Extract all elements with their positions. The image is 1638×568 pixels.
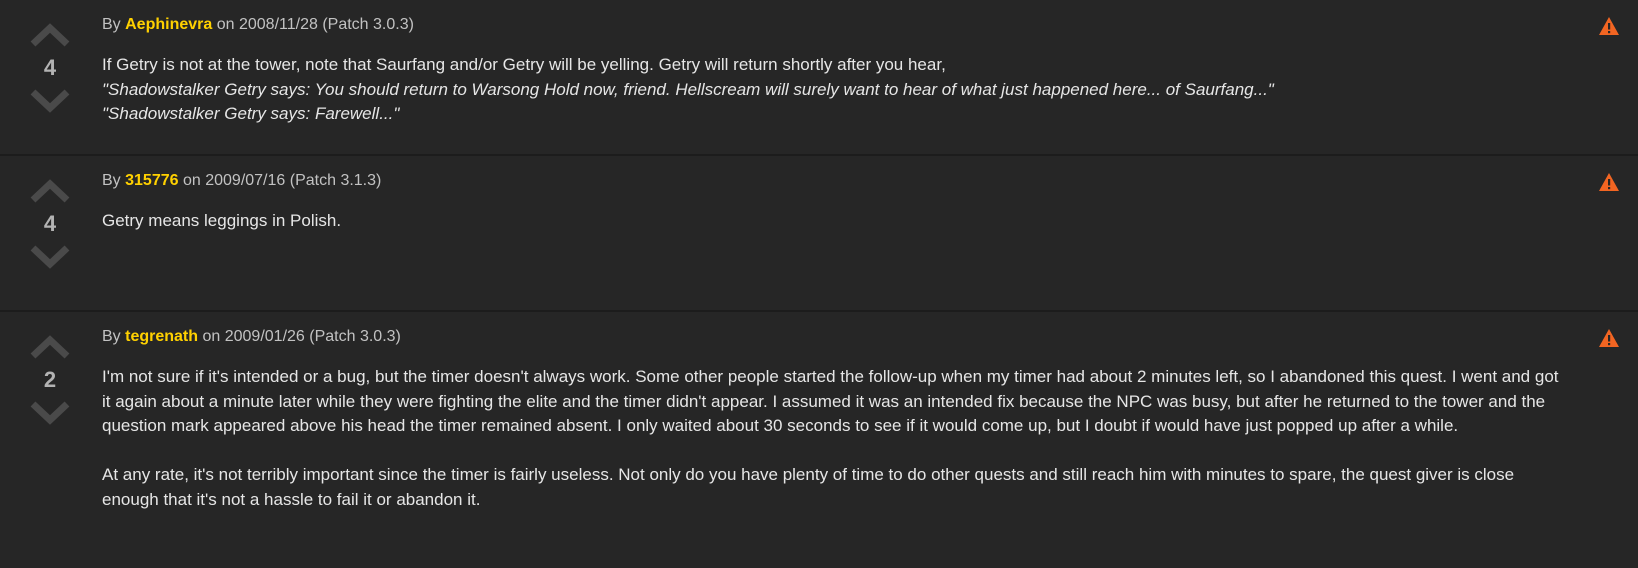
- comment-line: Getry means leggings in Polish.: [102, 211, 342, 230]
- comment-paragraph: I'm not sure if it's intended or a bug, …: [102, 367, 1559, 435]
- comment-body: By 315776 on 2009/07/16 (Patch 3.1.3) Ge…: [102, 169, 1568, 234]
- comment-line: If Getry is not at the tower, note that …: [102, 55, 946, 74]
- report-button[interactable]: [1598, 328, 1620, 348]
- patch-version: (Patch 3.1.3): [289, 172, 382, 189]
- chevron-down-icon: [30, 245, 70, 269]
- author-link[interactable]: 315776: [125, 172, 178, 189]
- warning-icon: [1599, 17, 1619, 35]
- warning-icon: [1599, 329, 1619, 347]
- comment-meta: By tegrenath on 2009/01/26 (Patch 3.0.3): [102, 325, 1568, 349]
- author-link[interactable]: tegrenath: [125, 328, 198, 345]
- report-button[interactable]: [1598, 16, 1620, 36]
- comment: 4 By Aephinevra on 2008/11/28 (Patch 3.0…: [0, 0, 1638, 154]
- author-link[interactable]: Aephinevra: [125, 16, 212, 33]
- warning-icon: [1599, 173, 1619, 191]
- comment-body: By tegrenath on 2009/01/26 (Patch 3.0.3)…: [102, 325, 1568, 512]
- upvote-button[interactable]: [28, 334, 72, 360]
- comment: 4 By 315776 on 2009/07/16 (Patch 3.1.3) …: [0, 156, 1638, 310]
- vote-box: 4: [22, 22, 78, 114]
- vote-box: 2: [22, 334, 78, 426]
- on-label: on: [202, 328, 221, 345]
- by-label: By: [102, 172, 121, 189]
- vote-score: 2: [43, 367, 57, 392]
- comment-date: 2008/11/28: [238, 16, 318, 33]
- comment-body: By Aephinevra on 2008/11/28 (Patch 3.0.3…: [102, 13, 1568, 127]
- downvote-button[interactable]: [28, 244, 72, 270]
- comment-quote: "Shadowstalker Getry says: Farewell...": [102, 104, 400, 123]
- on-label: on: [182, 172, 201, 189]
- on-label: on: [216, 16, 235, 33]
- comment-quote: "Shadowstalker Getry says: You should re…: [102, 79, 1274, 99]
- downvote-button[interactable]: [28, 88, 72, 114]
- chevron-down-icon: [30, 401, 70, 425]
- comment-date: 2009/07/16: [205, 172, 286, 189]
- patch-version: (Patch 3.0.3): [309, 328, 401, 345]
- vote-box: 4: [22, 178, 78, 270]
- vote-score: 4: [43, 211, 57, 236]
- comment-text: Getry means leggings in Polish.: [102, 209, 1568, 234]
- chevron-up-icon: [30, 335, 70, 359]
- chevron-up-icon: [30, 179, 70, 203]
- by-label: By: [102, 16, 121, 33]
- comment: 2 By tegrenath on 2009/01/26 (Patch 3.0.…: [0, 312, 1638, 568]
- upvote-button[interactable]: [28, 22, 72, 48]
- comment-meta: By Aephinevra on 2008/11/28 (Patch 3.0.3…: [102, 13, 1568, 37]
- report-button[interactable]: [1598, 172, 1620, 192]
- comment-text: If Getry is not at the tower, note that …: [102, 53, 1568, 127]
- patch-version: (Patch 3.0.3): [322, 16, 414, 33]
- chevron-down-icon: [30, 89, 70, 113]
- comments-list: 4 By Aephinevra on 2008/11/28 (Patch 3.0…: [0, 0, 1638, 568]
- downvote-button[interactable]: [28, 400, 72, 426]
- vote-score: 4: [43, 55, 57, 80]
- comment-text: I'm not sure if it's intended or a bug, …: [102, 365, 1568, 512]
- upvote-button[interactable]: [28, 178, 72, 204]
- comment-paragraph: At any rate, it's not terribly important…: [102, 465, 1515, 509]
- chevron-up-icon: [30, 23, 70, 47]
- comment-meta: By 315776 on 2009/07/16 (Patch 3.1.3): [102, 169, 1568, 193]
- comment-date: 2009/01/26: [224, 328, 305, 345]
- by-label: By: [102, 328, 121, 345]
